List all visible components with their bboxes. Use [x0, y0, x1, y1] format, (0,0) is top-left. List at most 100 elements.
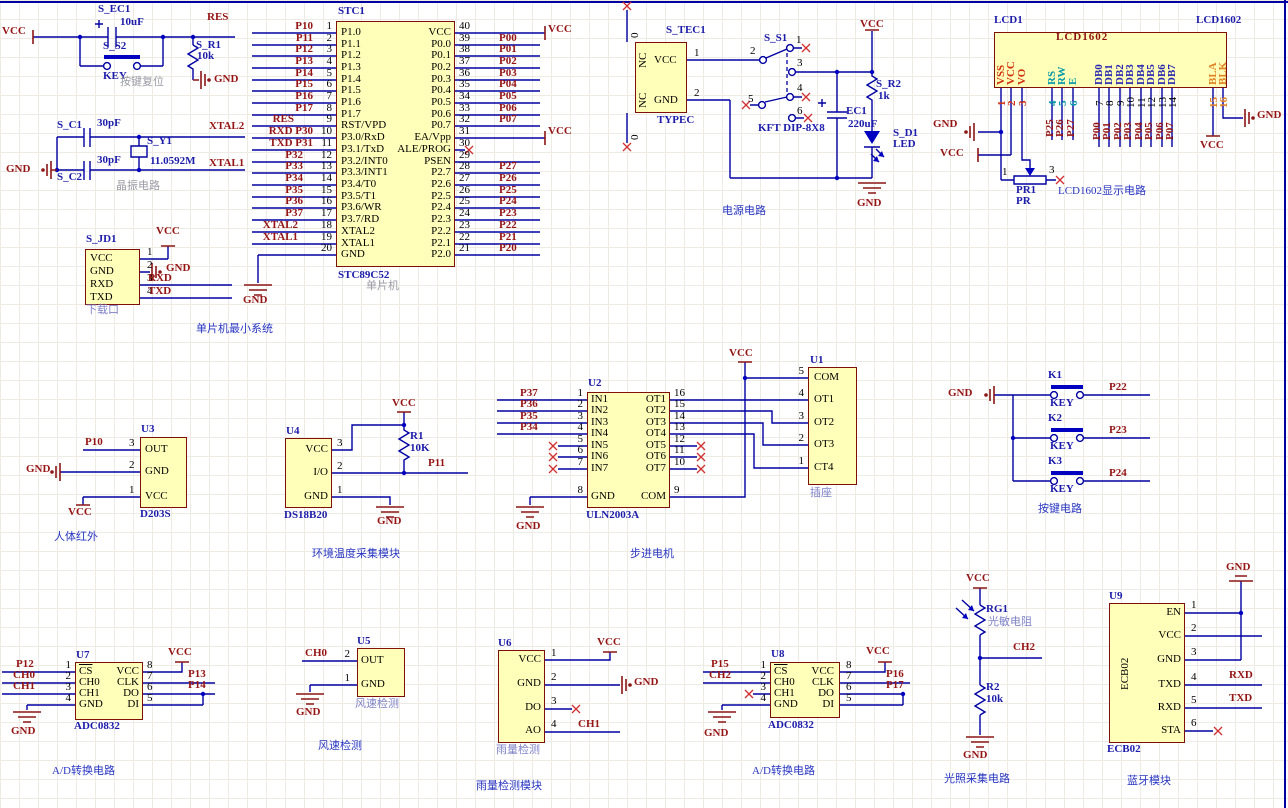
pin-name: P1.2 [341, 49, 361, 61]
net-vcc: VCC [860, 18, 884, 30]
net-label: CH2 [709, 669, 731, 681]
pin-num: 34 [459, 90, 470, 102]
pin-num: 2 [798, 432, 805, 444]
pin-name: P2.6 [431, 178, 451, 190]
pin-name: DB7 [1166, 64, 1178, 85]
pin-name: BLK [1217, 61, 1229, 85]
pin-num: 5 [1191, 694, 1197, 706]
pin-num: 7 [577, 456, 584, 468]
pin-name: P3.7/RD [341, 213, 380, 225]
pin-num: 8 [577, 484, 584, 496]
comment-crystal: 晶振电路 [116, 180, 160, 192]
cap-value: 220uF [848, 118, 878, 130]
pin-name: P0.7 [431, 119, 451, 131]
net-label: P07 [499, 113, 517, 125]
pin-num: 5 [846, 692, 852, 704]
pin-num: 3 [551, 695, 557, 707]
pin-num: 31 [459, 125, 470, 137]
pin-name: VCC [305, 443, 328, 455]
net-label: P34 [285, 172, 303, 184]
section-title: 电源电路 [722, 205, 766, 217]
net-gnd: GND [26, 463, 51, 475]
net-vcc: VCC [2, 25, 26, 37]
net-vcc: VCC [866, 645, 890, 657]
pin-num: 11 [321, 137, 332, 149]
pin-name: IN7 [591, 462, 609, 474]
pin-num: 2 [577, 398, 584, 410]
pin-num: 3 [797, 57, 803, 69]
pin-num: 2 [129, 459, 135, 471]
pin-name: GND [79, 698, 103, 710]
net-label: P26 [499, 172, 517, 184]
chip-designator: STC1 [338, 5, 365, 17]
net-label: P20 [499, 242, 517, 254]
pin-name: VCC [90, 252, 113, 264]
res-value: 10k [197, 50, 215, 62]
pin-num: 5 [748, 93, 754, 105]
net-label: RXD [1229, 669, 1253, 681]
net-gnd: GND [1226, 561, 1251, 573]
pin-name: DI [127, 698, 139, 710]
net-label: P15 [295, 78, 313, 90]
net-label: P27 [499, 160, 517, 172]
conn-designator: S_JD1 [86, 233, 117, 245]
net-label: P24 [499, 195, 517, 207]
pin-num: 0 [629, 32, 641, 39]
pin-num: 2 [337, 460, 343, 472]
cap-designator: EC1 [846, 105, 867, 117]
chip-type: DS18B20 [284, 509, 328, 521]
net-vcc: VCC [68, 506, 92, 518]
net-vcc: VCC [729, 347, 753, 359]
net-label: P04 [499, 78, 517, 90]
pin-name: OT7 [645, 462, 666, 474]
net-gnd: GND [948, 387, 973, 399]
section-title: 人体红外 [54, 531, 98, 543]
net-label: P12 [295, 43, 313, 55]
net-gnd: GND [11, 725, 36, 737]
pin-name: RST/VPD [341, 119, 387, 131]
chip-designator: U8 [771, 648, 785, 660]
comment-rain: 雨量检测 [496, 744, 540, 756]
net-label: P36 [520, 398, 538, 410]
section-title: 步进电机 [630, 548, 674, 560]
pin-name: P2.0 [431, 248, 451, 260]
chip-designator: U4 [286, 425, 300, 437]
pin-num: 7 [326, 90, 333, 102]
pin-name: P1.6 [341, 96, 361, 108]
key-type: KEY [1050, 397, 1074, 409]
pot-type: PR [1016, 195, 1031, 207]
pin-num: 9 [326, 113, 333, 125]
section-title: 按键电路 [1038, 503, 1082, 515]
pin-name: P0.2 [431, 61, 451, 73]
pin-num: 25 [459, 195, 470, 207]
pin-name: OT2 [645, 404, 666, 416]
net-label: P16 [295, 90, 313, 102]
pin-name: OT1 [814, 393, 835, 405]
pin-name: GND [517, 677, 541, 689]
pin-num: 37 [459, 55, 470, 67]
cap-value: 30pF [97, 117, 121, 129]
net-label: P36 [285, 195, 303, 207]
pin-name: GND [361, 678, 385, 690]
net-gnd: GND [704, 727, 729, 739]
net-gnd: GND [296, 706, 321, 718]
pin-num: 3 [798, 410, 805, 422]
pin-name: GND [90, 265, 114, 277]
pin-name: E [1067, 77, 1079, 85]
pin-num: 1 [129, 484, 135, 496]
pin-num: 1 [796, 34, 802, 46]
net-label: CH1 [13, 680, 35, 692]
pin-name: STA [1161, 724, 1181, 736]
net-label: RXD P30 [268, 125, 313, 137]
pin-num: 21 [459, 242, 470, 254]
conn-designator: S_TEC1 [666, 24, 706, 36]
pin-num: 3 [1017, 100, 1029, 107]
chip-designator: U5 [357, 635, 371, 647]
net-label: P11 [428, 457, 446, 469]
chip-designator: U3 [141, 423, 155, 435]
lcd-type: LCD1602 [1196, 14, 1242, 26]
net-res: RES [207, 11, 229, 23]
pin-num: 5 [798, 365, 805, 377]
net-label: P14 [188, 679, 206, 691]
conn-type: TYPEC [657, 114, 695, 126]
